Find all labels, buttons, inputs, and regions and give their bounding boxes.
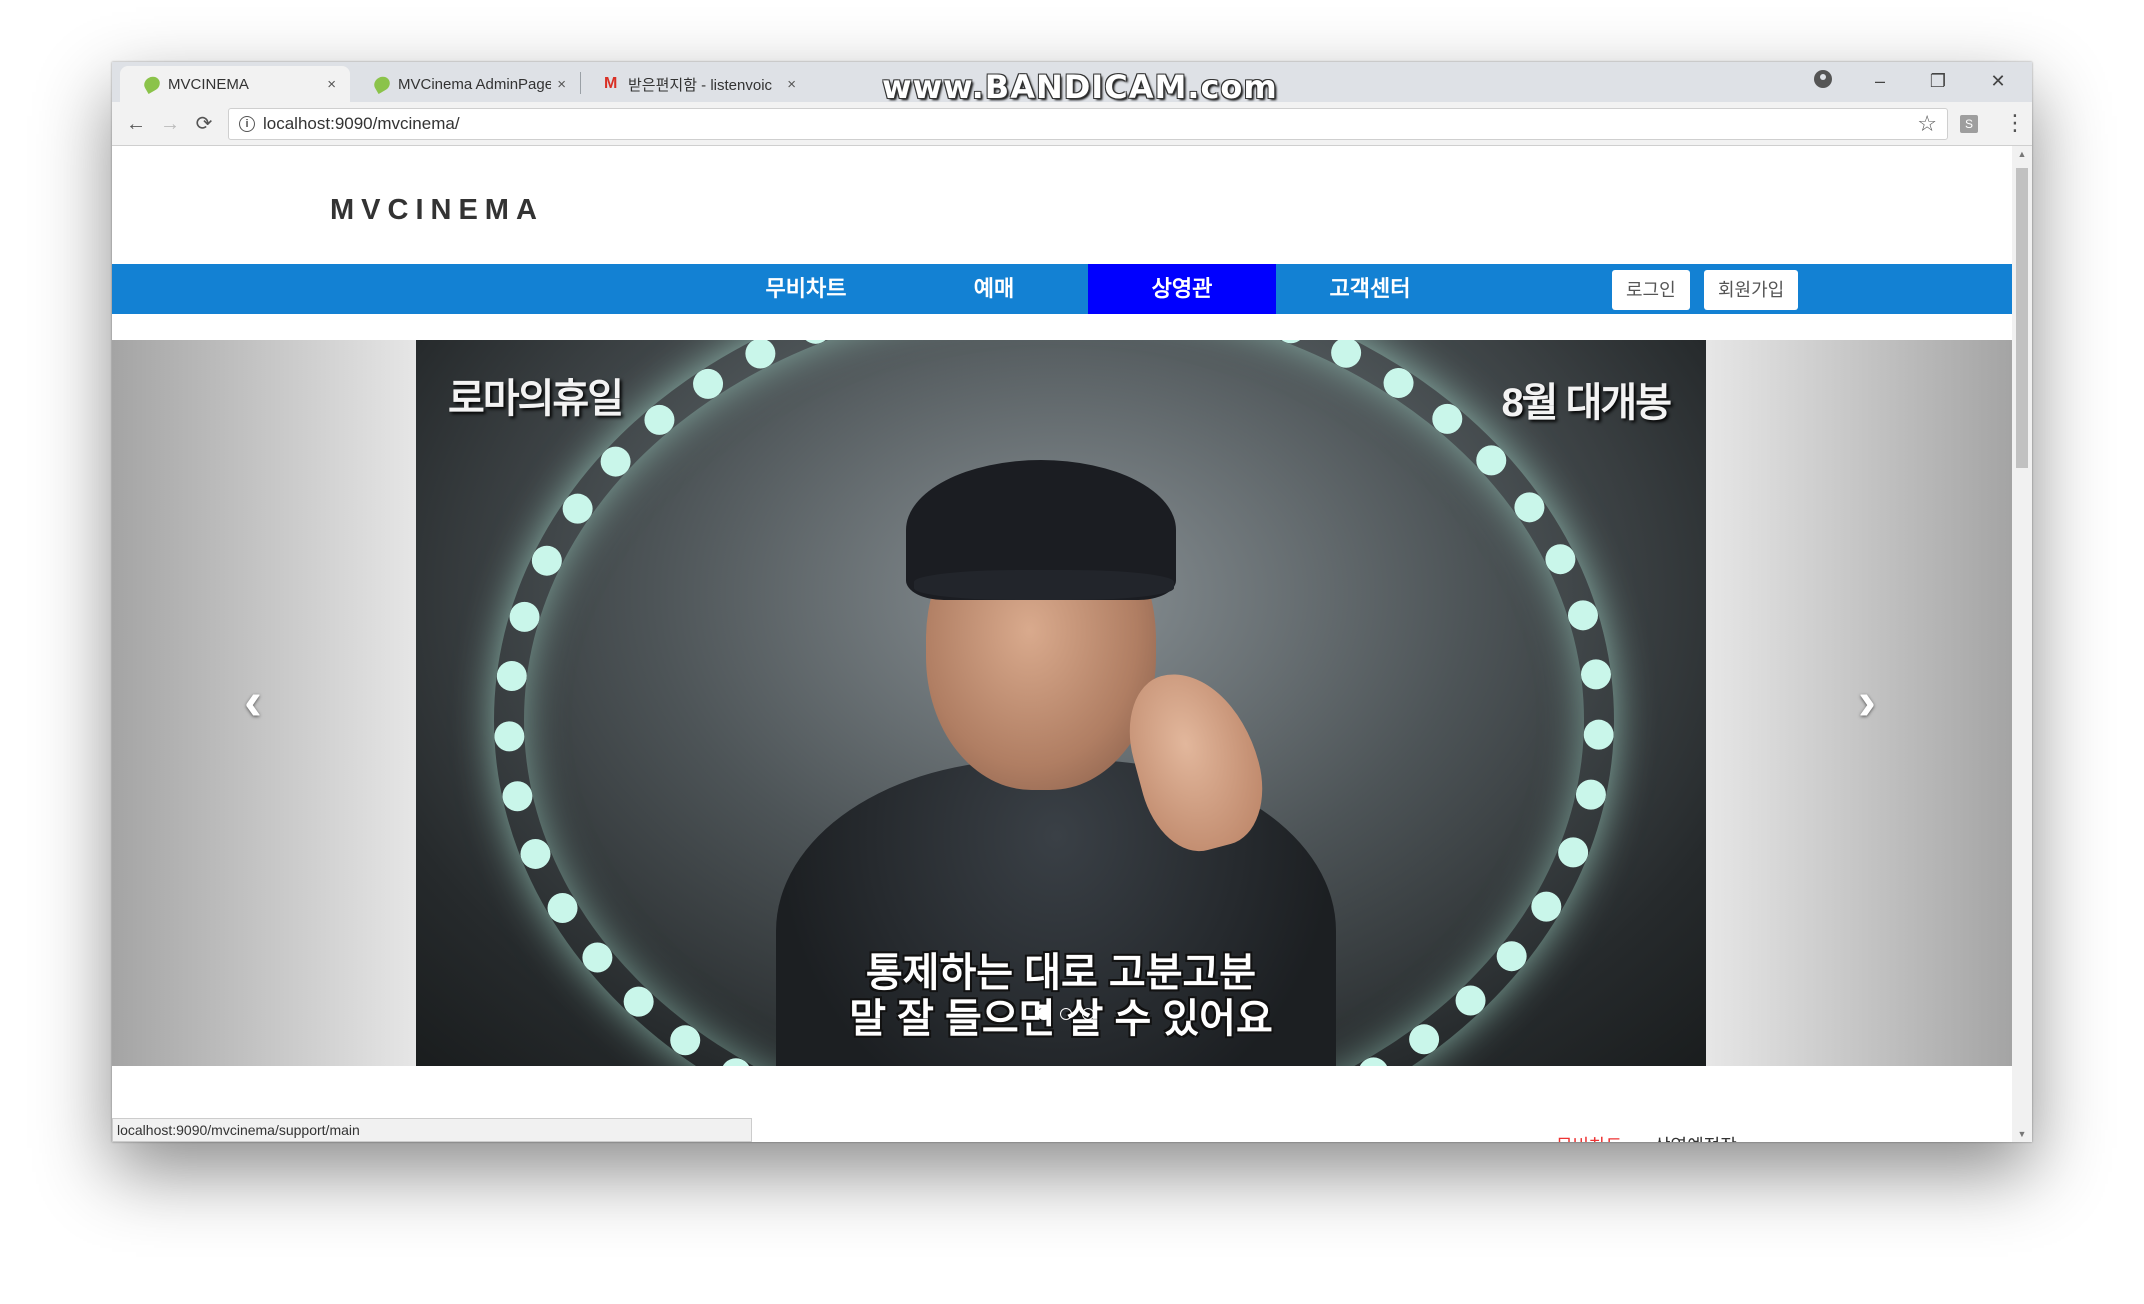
prev-arrow-icon[interactable]: ‹ (244, 670, 262, 732)
indicator-dot[interactable] (1038, 1008, 1050, 1020)
main-nav: 무비차트 예매 상영관 고객센터 로그인 회원가입 (112, 264, 2012, 314)
extension-s-icon[interactable]: S (1960, 115, 1978, 133)
bandicam-watermark: www.BANDICAM.com (882, 68, 1278, 106)
leaf-favicon-icon (141, 73, 163, 95)
nav-customer-center[interactable]: 고객센터 (1276, 264, 1464, 314)
browser-toolbar: ← → ⟳ i localhost:9090/mvcinema/ ☆ S ⋮ (112, 102, 2032, 146)
nav-booking[interactable]: 예매 (900, 264, 1088, 314)
menu-kebab-icon[interactable]: ⋮ (2004, 112, 2026, 134)
tab-upcoming[interactable]: 상영예정작 (1654, 1132, 1737, 1142)
carousel-indicators (1038, 1008, 1094, 1020)
nav-movie-chart[interactable]: 무비차트 (712, 264, 900, 314)
restore-button[interactable]: ❐ (1910, 66, 1966, 96)
hero-carousel: 로마의휴일 8월 대개봉 통제하는 대로 고분고분 말 잘 들으면 살 수 있어… (112, 340, 2012, 1066)
site-info-icon[interactable]: i (239, 116, 255, 132)
tab-title: 받은편지함 - listenvoic (628, 76, 773, 94)
scroll-down-arrow-icon[interactable]: ▼ (2012, 1126, 2032, 1142)
poster-release-date: 8월 대개봉 (1501, 381, 1672, 425)
profile-icon[interactable] (1814, 70, 1832, 88)
indicator-dot[interactable] (1082, 1008, 1094, 1020)
forward-button[interactable]: → (156, 110, 184, 138)
indicator-dot[interactable] (1060, 1008, 1072, 1020)
tab-title: MVCinema AdminPage (398, 75, 552, 93)
tab-movie-chart[interactable]: 무비차트 (1556, 1132, 1622, 1142)
login-button[interactable]: 로그인 (1612, 270, 1690, 310)
close-tab-icon[interactable]: × (787, 76, 796, 93)
close-tab-icon[interactable]: × (327, 76, 336, 93)
url-text[interactable]: localhost:9090/mvcinema/ (263, 114, 460, 134)
carousel-slide[interactable]: 로마의휴일 8월 대개봉 통제하는 대로 고분고분 말 잘 들으면 살 수 있어… (416, 340, 1706, 1066)
page-scrollbar[interactable]: ▲ ▼ (2012, 146, 2032, 1142)
close-tab-icon[interactable]: × (557, 76, 566, 93)
gmail-icon: M (604, 75, 618, 92)
scrollbar-thumb[interactable] (2016, 168, 2028, 468)
signup-button[interactable]: 회원가입 (1704, 270, 1799, 310)
browser-window: MVCINEMA × MVCinema AdminPage × M 받은편지함 … (112, 62, 2032, 1142)
nav-theater[interactable]: 상영관 (1088, 264, 1276, 314)
next-arrow-icon[interactable]: › (1858, 670, 1876, 732)
site-logo[interactable]: MVCINEMA (330, 194, 544, 227)
bookmark-star-icon[interactable]: ☆ (1917, 111, 1937, 137)
page-content: MVCINEMA 무비차트 예매 상영관 고객센터 로그인 회원가입 로마의휴일… (112, 146, 2012, 1142)
leaf-favicon-icon (371, 73, 393, 95)
minimize-button[interactable]: – (1852, 66, 1908, 96)
tab-title: MVCINEMA (168, 75, 249, 93)
link-status-bar: localhost:9090/mvcinema/support/main (112, 1118, 752, 1142)
close-window-button[interactable]: ✕ (1970, 66, 2026, 96)
scroll-up-arrow-icon[interactable]: ▲ (2012, 146, 2032, 162)
reload-button[interactable]: ⟳ (190, 110, 218, 138)
back-button[interactable]: ← (122, 110, 150, 138)
tab-bar: MVCINEMA × MVCinema AdminPage × M 받은편지함 … (112, 62, 2032, 106)
poster-title: 로마의휴일 (448, 377, 624, 421)
tab-mvcinema[interactable]: MVCINEMA × (120, 66, 350, 102)
address-bar[interactable]: i localhost:9090/mvcinema/ ☆ (228, 108, 1948, 140)
tab-admin-page[interactable]: MVCinema AdminPage × (350, 66, 580, 102)
tab-gmail-inbox[interactable]: M 받은편지함 - listenvoic × (580, 66, 810, 102)
